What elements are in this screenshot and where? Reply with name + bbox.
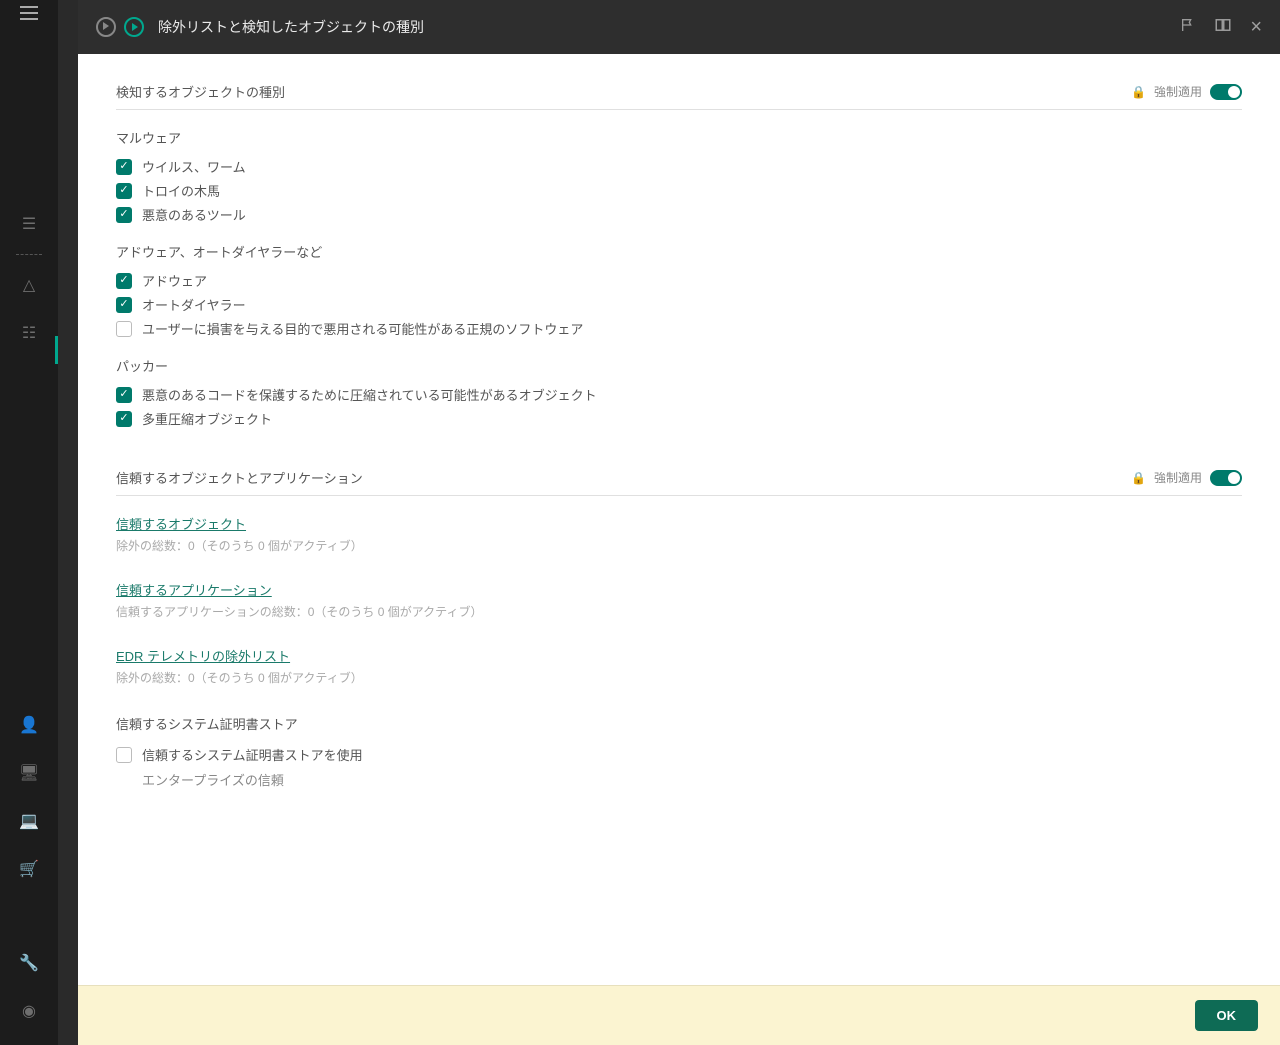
checkbox-label: 悪意のあるツール: [142, 205, 246, 224]
header-ring-icon: [96, 17, 116, 37]
checkbox-label: オートダイヤラー: [142, 295, 246, 314]
checkbox-icon[interactable]: [116, 321, 132, 337]
checkbox-label: 悪意のあるコードを保護するために圧縮されている可能性があるオブジェクト: [142, 385, 597, 404]
basket-icon[interactable]: 🛒: [19, 859, 39, 879]
section2-title: 信頼するオブジェクトとアプリケーション: [116, 468, 363, 487]
checkbox-icon[interactable]: [116, 159, 132, 175]
checkbox-icon[interactable]: [116, 387, 132, 403]
ok-button[interactable]: OK: [1195, 1000, 1259, 1031]
enforce-toggle-1[interactable]: [1210, 84, 1242, 100]
malware-item-2[interactable]: 悪意のあるツール: [116, 205, 1242, 224]
cert-sub: エンタープライズの信頼: [142, 770, 1242, 789]
checkbox-label: アドウェア: [142, 271, 207, 290]
packer-item-1[interactable]: 多重圧縮オブジェクト: [116, 409, 1242, 428]
rail-divider: [16, 254, 42, 255]
trusted-apps-block: 信頼するアプリケーション 信頼するアプリケーションの総数：0（そのうち 0 個が…: [116, 580, 1242, 620]
adware-group-title: アドウェア、オートダイヤラーなど: [116, 242, 1242, 261]
trusted-objects-block: 信頼するオブジェクト 除外の総数：0（そのうち 0 個がアクティブ）: [116, 514, 1242, 554]
section-trusted: 信頼するオブジェクトとアプリケーション 🔒 強制適用: [116, 468, 1242, 496]
enforce-label-1: 強制適用: [1154, 83, 1202, 100]
checkbox-icon[interactable]: [116, 747, 132, 763]
adware-item-0[interactable]: アドウェア: [116, 271, 1242, 290]
section1-title: 検知するオブジェクトの種別: [116, 82, 285, 101]
checkbox-label: 多重圧縮オブジェクト: [142, 409, 272, 428]
tree-icon[interactable]: ☷: [22, 323, 36, 343]
adware-item-1[interactable]: オートダイヤラー: [116, 295, 1242, 314]
cert-store-title: 信頼するシステム証明書ストア: [116, 714, 1242, 733]
enforce-label-2: 強制適用: [1154, 469, 1202, 486]
modal-footer: OK: [78, 985, 1280, 1045]
server-icon[interactable]: 🖥: [19, 763, 39, 783]
trusted-objects-link[interactable]: 信頼するオブジェクト: [116, 514, 246, 533]
trusted-apps-sub: 信頼するアプリケーションの総数：0（そのうち 0 個がアクティブ）: [116, 603, 1242, 620]
flag-icon[interactable]: [1180, 17, 1196, 38]
modal-body: 検知するオブジェクトの種別 🔒 強制適用 マルウェア ウイルス、ワーム トロイの…: [78, 54, 1280, 985]
checkbox-icon[interactable]: [116, 411, 132, 427]
layers-icon[interactable]: ☰: [22, 214, 36, 234]
packer-item-0[interactable]: 悪意のあるコードを保護するために圧縮されている可能性があるオブジェクト: [116, 385, 1242, 404]
warning-icon[interactable]: △: [23, 275, 35, 295]
secondary-column: [58, 0, 78, 1045]
cert-check-row[interactable]: 信頼するシステム証明書ストアを使用: [116, 745, 1242, 764]
edr-block: EDR テレメトリの除外リスト 除外の総数：0（そのうち 0 個がアクティブ）: [116, 646, 1242, 686]
checkbox-icon[interactable]: [116, 183, 132, 199]
checkbox-icon[interactable]: [116, 297, 132, 313]
enforce-toggle-2[interactable]: [1210, 470, 1242, 486]
checkbox-icon[interactable]: [116, 273, 132, 289]
header-play-icon: [124, 17, 144, 37]
checkbox-label: ウイルス、ワーム: [142, 157, 246, 176]
edr-sub: 除外の総数：0（そのうち 0 個がアクティブ）: [116, 669, 1242, 686]
wrench-icon[interactable]: 🔧: [19, 953, 39, 973]
trusted-apps-link[interactable]: 信頼するアプリケーション: [116, 580, 272, 599]
settings-modal: 除外リストと検知したオブジェクトの種別 × 検知するオブジェクトの種別 🔒 強制…: [78, 0, 1280, 1045]
account-icon[interactable]: ◉: [22, 1001, 36, 1021]
close-icon[interactable]: ×: [1250, 16, 1262, 39]
section-detect-types: 検知するオブジェクトの種別 🔒 強制適用: [116, 82, 1242, 110]
modal-title: 除外リストと検知したオブジェクトの種別: [158, 17, 424, 37]
book-icon[interactable]: [1214, 16, 1232, 39]
trusted-objects-sub: 除外の総数：0（そのうち 0 個がアクティブ）: [116, 537, 1242, 554]
lock-icon: 🔒: [1131, 85, 1146, 99]
monitor-icon[interactable]: 💻: [19, 811, 39, 831]
checkbox-label: 信頼するシステム証明書ストアを使用: [142, 745, 363, 764]
adware-item-2[interactable]: ユーザーに損害を与える目的で悪用される可能性がある正規のソフトウェア: [116, 319, 1242, 338]
malware-item-1[interactable]: トロイの木馬: [116, 181, 1242, 200]
checkbox-label: ユーザーに損害を与える目的で悪用される可能性がある正規のソフトウェア: [142, 319, 583, 338]
packer-group-title: パッカー: [116, 356, 1242, 375]
edr-link[interactable]: EDR テレメトリの除外リスト: [116, 646, 290, 665]
menu-icon[interactable]: [20, 6, 38, 20]
modal-header: 除外リストと検知したオブジェクトの種別 ×: [78, 0, 1280, 54]
checkbox-icon[interactable]: [116, 207, 132, 223]
checkbox-label: トロイの木馬: [142, 181, 220, 200]
lock-icon: 🔒: [1131, 471, 1146, 485]
left-rail: ☰ △ ☷ 👤 🖥 💻 🛒 🔧 ◉: [0, 0, 58, 1045]
user-icon[interactable]: 👤: [19, 715, 39, 735]
malware-item-0[interactable]: ウイルス、ワーム: [116, 157, 1242, 176]
malware-group-title: マルウェア: [116, 128, 1242, 147]
